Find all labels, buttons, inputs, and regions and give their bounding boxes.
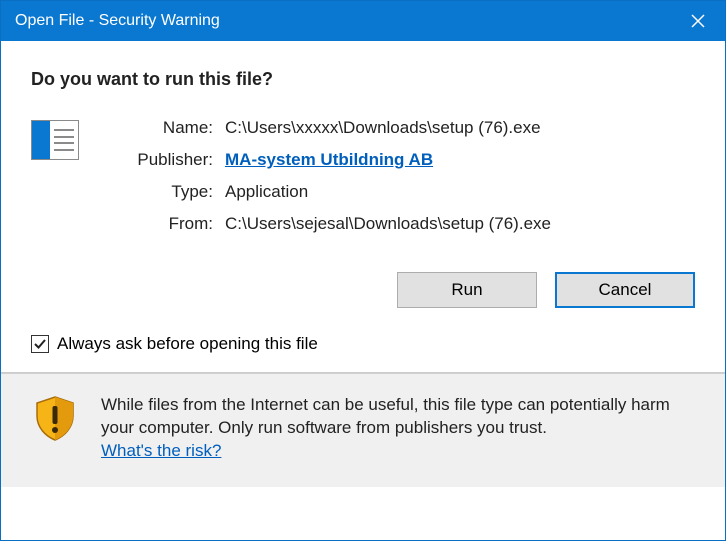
cancel-button[interactable]: Cancel: [555, 272, 695, 308]
type-label: Type:: [103, 182, 213, 202]
checkmark-icon: [33, 337, 47, 351]
button-row: Run Cancel: [1, 250, 725, 316]
from-label: From:: [103, 214, 213, 234]
whats-the-risk-link[interactable]: What's the risk?: [101, 441, 221, 460]
always-ask-label: Always ask before opening this file: [57, 334, 318, 354]
publisher-link[interactable]: MA-system Utbildning AB: [225, 150, 433, 169]
name-label: Name:: [103, 118, 213, 138]
window-title: Open File - Security Warning: [15, 12, 220, 30]
checkbox-row: Always ask before opening this file: [1, 316, 725, 372]
run-button[interactable]: Run: [397, 272, 537, 308]
warning-text-block: While files from the Internet can be use…: [101, 394, 695, 463]
name-value: C:\Users\xxxxx\Downloads\setup (76).exe: [225, 118, 551, 138]
warning-section: While files from the Internet can be use…: [1, 373, 725, 487]
upper-section: Do you want to run this file? Name: C:\U…: [1, 41, 725, 250]
security-warning-dialog: Open File - Security Warning Do you want…: [0, 0, 726, 541]
titlebar: Open File - Security Warning: [1, 1, 725, 41]
dialog-content: Do you want to run this file? Name: C:\U…: [1, 41, 725, 540]
shield-warning-icon: [31, 394, 79, 442]
dialog-heading: Do you want to run this file?: [31, 69, 695, 90]
warning-text: While files from the Internet can be use…: [101, 395, 670, 437]
info-row: Name: C:\Users\xxxxx\Downloads\setup (76…: [31, 118, 695, 234]
close-icon: [691, 14, 705, 28]
from-value: C:\Users\sejesal\Downloads\setup (76).ex…: [225, 214, 551, 234]
type-value: Application: [225, 182, 551, 202]
application-icon: [31, 120, 79, 160]
close-button[interactable]: [671, 1, 725, 41]
file-fields: Name: C:\Users\xxxxx\Downloads\setup (76…: [103, 118, 551, 234]
always-ask-checkbox[interactable]: [31, 335, 49, 353]
publisher-label: Publisher:: [103, 150, 213, 170]
